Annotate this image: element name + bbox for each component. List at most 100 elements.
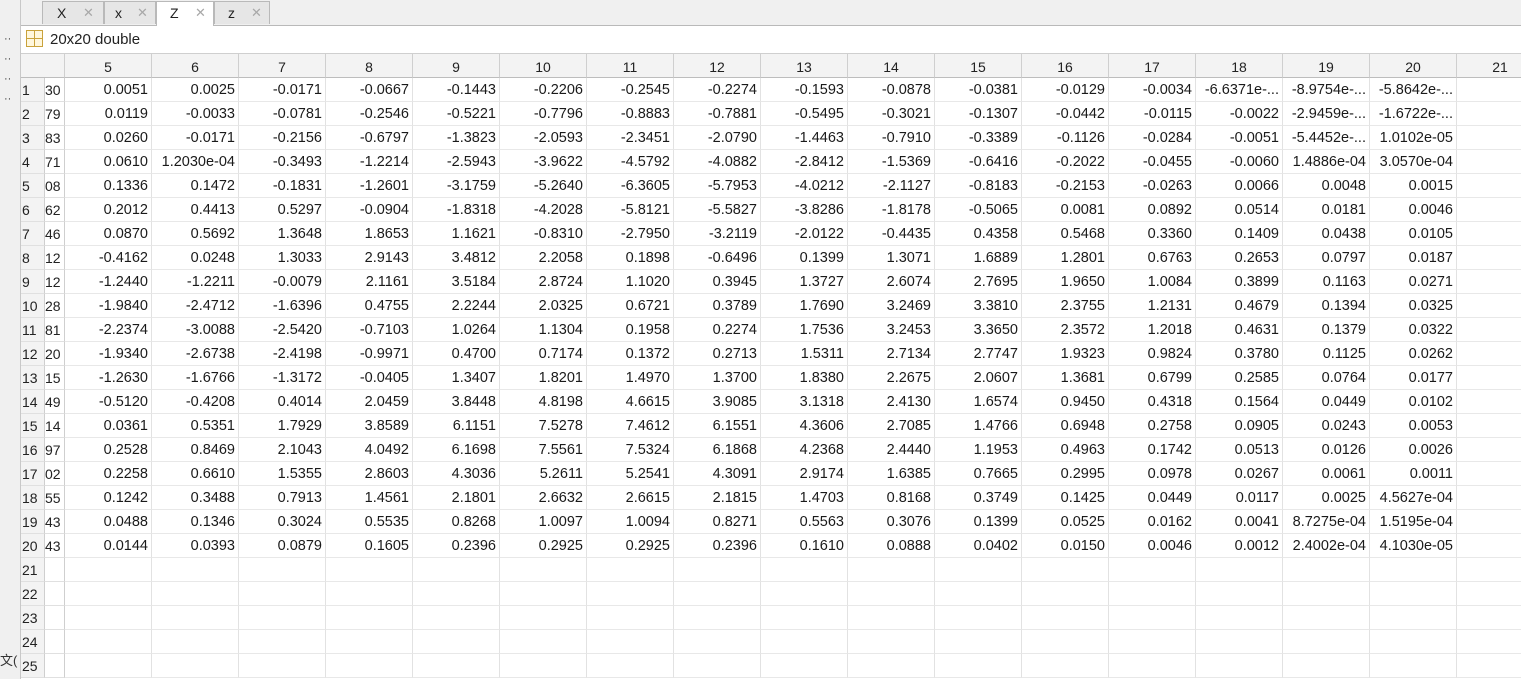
table-cell[interactable]: 4.3091	[674, 462, 761, 486]
table-cell[interactable]: 1.1020	[587, 270, 674, 294]
table-cell[interactable]: 0.0051	[65, 78, 152, 102]
column-header[interactable]: 11	[587, 54, 674, 78]
table-cell[interactable]: -0.0171	[239, 78, 326, 102]
column-header[interactable]: 20	[1370, 54, 1457, 78]
table-cell[interactable]: 0.0449	[1283, 390, 1370, 414]
table-cell[interactable]: 1.7690	[761, 294, 848, 318]
table-cell[interactable]	[1457, 654, 1521, 678]
table-cell[interactable]: 0.1958	[587, 318, 674, 342]
table-cell[interactable]	[587, 630, 674, 654]
table-cell[interactable]: 0.3899	[1196, 270, 1283, 294]
table-cell[interactable]: 0.0488	[65, 510, 152, 534]
table-cell[interactable]: 3.9085	[674, 390, 761, 414]
table-cell[interactable]	[674, 582, 761, 606]
table-cell[interactable]: -2.7950	[587, 222, 674, 246]
table-cell[interactable]: -4.0212	[761, 174, 848, 198]
table-cell[interactable]: 0.0011	[1370, 462, 1457, 486]
table-cell[interactable]: 2.4440	[848, 438, 935, 462]
table-cell[interactable]	[1022, 582, 1109, 606]
table-cell[interactable]: 0.0267	[1196, 462, 1283, 486]
table-cell[interactable]: 0.2012	[65, 198, 152, 222]
table-cell[interactable]: -0.0263	[1109, 174, 1196, 198]
table-cell[interactable]: -0.2545	[587, 78, 674, 102]
table-cell[interactable]: 4.1030e-05	[1370, 534, 1457, 558]
table-cell[interactable]: -0.5495	[761, 102, 848, 126]
table-cell[interactable]: 0.1372	[587, 342, 674, 366]
table-cell[interactable]: -0.0079	[239, 270, 326, 294]
table-cell[interactable]: 0.7174	[500, 342, 587, 366]
table-cell[interactable]: -1.2211	[152, 270, 239, 294]
table-cell[interactable]: -0.3389	[935, 126, 1022, 150]
table-cell[interactable]: 0.3780	[1196, 342, 1283, 366]
table-cell[interactable]: -4.2028	[500, 198, 587, 222]
table-cell[interactable]	[1457, 390, 1521, 414]
table-cell[interactable]: 2.1815	[674, 486, 761, 510]
table-cell[interactable]: 1.4703	[761, 486, 848, 510]
table-cell[interactable]: 1.2131	[1109, 294, 1196, 318]
table-cell[interactable]	[761, 654, 848, 678]
table-cell[interactable]	[761, 630, 848, 654]
partial-cell[interactable]: 62	[45, 198, 65, 222]
table-cell[interactable]	[65, 630, 152, 654]
table-cell[interactable]	[1109, 630, 1196, 654]
table-cell[interactable]: 0.1379	[1283, 318, 1370, 342]
table-cell[interactable]: 1.5311	[761, 342, 848, 366]
table-cell[interactable]: -1.6396	[239, 294, 326, 318]
table-cell[interactable]	[1196, 606, 1283, 630]
table-cell[interactable]: 0.1346	[152, 510, 239, 534]
table-cell[interactable]: 0.0361	[65, 414, 152, 438]
table-cell[interactable]: 7.5561	[500, 438, 587, 462]
table-cell[interactable]: -4.0882	[674, 150, 761, 174]
table-cell[interactable]: -0.2153	[1022, 174, 1109, 198]
table-cell[interactable]: -2.5943	[413, 150, 500, 174]
table-cell[interactable]: 1.1953	[935, 438, 1022, 462]
table-cell[interactable]: -2.5420	[239, 318, 326, 342]
table-cell[interactable]: 0.9450	[1022, 390, 1109, 414]
table-cell[interactable]: -0.5065	[935, 198, 1022, 222]
table-cell[interactable]: -0.2274	[674, 78, 761, 102]
table-cell[interactable]: 0.0879	[239, 534, 326, 558]
table-cell[interactable]: -0.5221	[413, 102, 500, 126]
table-cell[interactable]	[1109, 558, 1196, 582]
table-cell[interactable]: 0.0260	[65, 126, 152, 150]
column-header[interactable]: 9	[413, 54, 500, 78]
row-header[interactable]: 10	[21, 294, 45, 318]
table-cell[interactable]: -3.9622	[500, 150, 587, 174]
table-cell[interactable]: -2.8412	[761, 150, 848, 174]
table-cell[interactable]: 0.4631	[1196, 318, 1283, 342]
table-cell[interactable]	[761, 582, 848, 606]
table-cell[interactable]: 0.0126	[1283, 438, 1370, 462]
table-cell[interactable]: 1.2030e-04	[152, 150, 239, 174]
table-cell[interactable]: 0.4679	[1196, 294, 1283, 318]
table-cell[interactable]: -0.2022	[1022, 150, 1109, 174]
table-cell[interactable]: 1.8653	[326, 222, 413, 246]
table-cell[interactable]: 0.0978	[1109, 462, 1196, 486]
table-cell[interactable]	[1109, 606, 1196, 630]
row-header[interactable]: 6	[21, 198, 45, 222]
table-cell[interactable]: -0.0034	[1109, 78, 1196, 102]
table-cell[interactable]: 7.4612	[587, 414, 674, 438]
table-cell[interactable]	[1109, 654, 1196, 678]
table-cell[interactable]: 0.0177	[1370, 366, 1457, 390]
table-cell[interactable]	[239, 606, 326, 630]
table-cell[interactable]: 2.0325	[500, 294, 587, 318]
table-cell[interactable]: 0.4700	[413, 342, 500, 366]
table-cell[interactable]	[500, 654, 587, 678]
partial-cell[interactable]: 81	[45, 318, 65, 342]
table-cell[interactable]: -0.0381	[935, 78, 1022, 102]
row-header[interactable]: 3	[21, 126, 45, 150]
table-cell[interactable]: -0.0284	[1109, 126, 1196, 150]
table-cell[interactable]: 0.0610	[65, 150, 152, 174]
partial-cell[interactable]: 97	[45, 438, 65, 462]
table-cell[interactable]: 2.1801	[413, 486, 500, 510]
table-cell[interactable]: -0.2206	[500, 78, 587, 102]
partial-cell[interactable]: 79	[45, 102, 65, 126]
table-cell[interactable]: -0.0129	[1022, 78, 1109, 102]
column-header[interactable]: 19	[1283, 54, 1370, 78]
table-cell[interactable]: 0.1472	[152, 174, 239, 198]
table-cell[interactable]: 0.0513	[1196, 438, 1283, 462]
table-cell[interactable]: -0.0033	[152, 102, 239, 126]
table-cell[interactable]: 0.0025	[152, 78, 239, 102]
table-cell[interactable]: -0.6416	[935, 150, 1022, 174]
table-cell[interactable]: 0.0892	[1109, 198, 1196, 222]
